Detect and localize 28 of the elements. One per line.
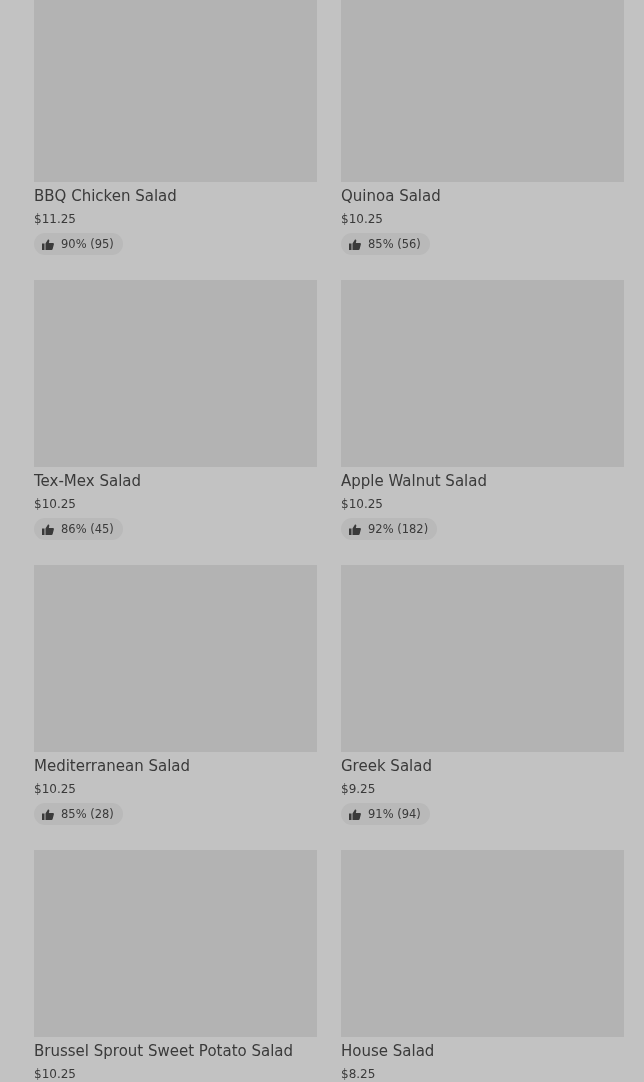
item-price: $8.25 [341,1066,376,1082]
item-price: $10.25 [34,1066,76,1082]
item-name: Brussel Sprout Sweet Potato Salad [34,1041,294,1061]
item-name: House Salad [341,1041,435,1061]
item-price: $10.25 [34,781,76,798]
thumbs-up-icon [42,238,54,250]
item-name: Apple Walnut Salad [341,471,487,491]
thumbs-up-icon [349,238,361,250]
item-price: $9.25 [341,781,376,798]
item-name: Mediterranean Salad [34,756,191,776]
thumbs-up-icon [349,808,361,820]
rating-text: 90% (95) [61,237,114,251]
item-price: $10.25 [341,496,383,513]
item-price: $11.25 [34,211,76,228]
item-name: Greek Salad [341,756,432,776]
item-name: BBQ Chicken Salad [34,186,177,206]
thumbs-up-icon [42,808,54,820]
rating-text: 85% (56) [368,237,421,251]
item-name: Quinoa Salad [341,186,441,206]
rating-text: 85% (28) [61,807,114,821]
item-price: $10.25 [341,211,383,228]
thumbs-up-icon [42,523,54,535]
item-name: Tex-Mex Salad [34,471,141,491]
rating-text: 86% (45) [61,522,114,536]
rating-text: 91% (94) [368,807,421,821]
item-price: $10.25 [34,496,76,513]
rating-text: 92% (182) [368,522,429,536]
thumbs-up-icon [349,523,361,535]
